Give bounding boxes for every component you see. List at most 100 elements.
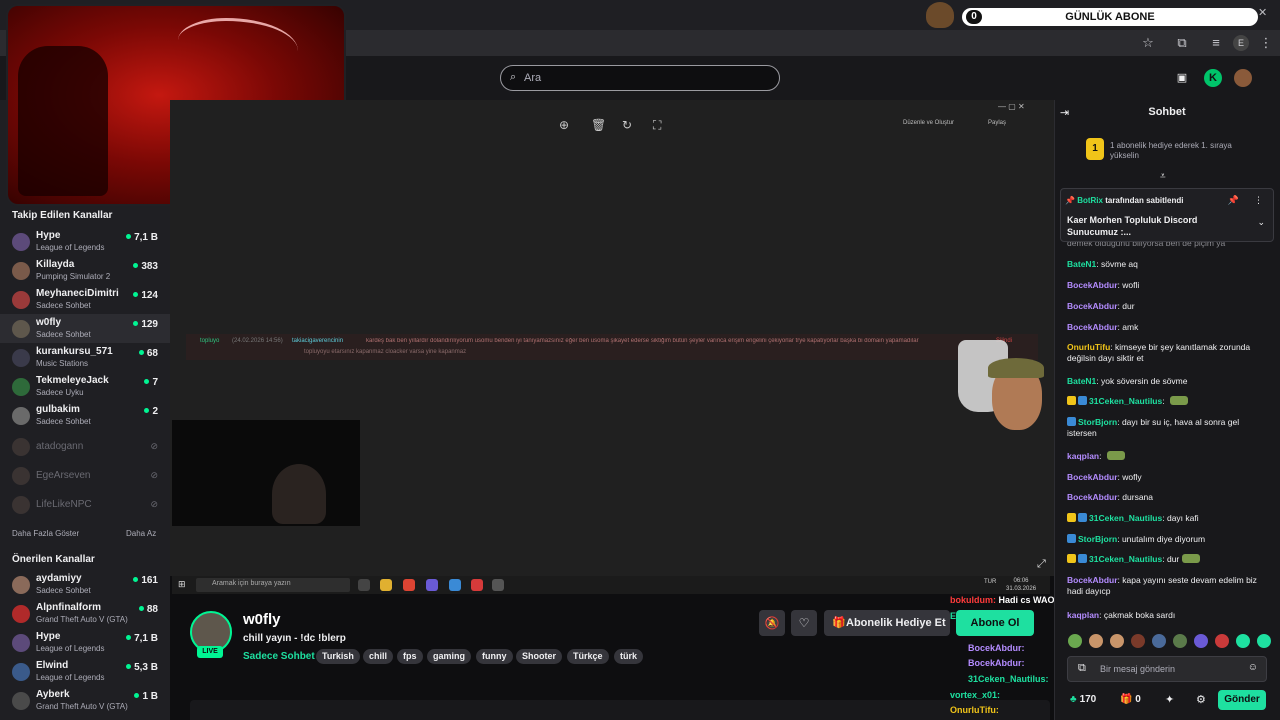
discord-icon	[426, 579, 438, 591]
crown-badge-icon[interactable]	[1067, 513, 1076, 522]
prime-badge-icon[interactable]	[1078, 513, 1087, 522]
prime-badge-icon[interactable]	[1067, 417, 1076, 426]
tag-turkce[interactable]: Türkçe	[567, 649, 609, 664]
extensions-icon[interactable]: ⧉	[1174, 35, 1190, 51]
sidebar-item-lifelikenpc[interactable]: LifeLikeNPC ⊘	[0, 490, 170, 519]
chat-username[interactable]: kaqplan	[1067, 451, 1099, 461]
follow-heart-button[interactable]: ♡	[791, 610, 817, 636]
sidebar-item-tekmeleyejack[interactable]: TekmeleyeJack Sadece Uyku 7	[0, 372, 170, 401]
sidebar-item-atadogann[interactable]: atadogann ⊘	[0, 432, 170, 461]
sub-counter-label: GÜNLÜK ABONE	[1065, 11, 1155, 23]
chevron-down-icon[interactable]: ⌄	[1257, 217, 1265, 228]
browser-menu-icon[interactable]: ⋮	[1258, 35, 1274, 51]
emote-icon[interactable]	[1068, 634, 1082, 648]
tag-shooter[interactable]: Shooter	[516, 649, 563, 664]
chat-username[interactable]: BocekAbdur	[1067, 322, 1118, 332]
channel-points[interactable]: ♣ 170	[1070, 694, 1096, 705]
sidebar-item-aydamiyy[interactable]: aydamiyy Sadece Sohbet 161	[0, 570, 170, 599]
prime-badge-icon[interactable]	[1078, 554, 1087, 563]
chat-username[interactable]: BateN1	[1067, 376, 1096, 386]
gift-leaderboard-banner[interactable]: 1 1 abonelik hediye ederek 1. sıraya yük…	[1086, 138, 1266, 168]
chat-username[interactable]: 31Ceken_Nautilus	[1089, 513, 1162, 523]
chat-username[interactable]: BocekAbdur	[1067, 472, 1118, 482]
tag-chill[interactable]: chill	[363, 649, 394, 664]
emote-icon[interactable]	[1257, 634, 1271, 648]
emote-icon[interactable]	[1215, 634, 1229, 648]
stream-category[interactable]: Sadece Sohbet	[243, 651, 315, 662]
crown-badge-icon[interactable]	[1067, 396, 1076, 405]
sidebar-item-elwind[interactable]: Elwind League of Legends 5,3 B	[0, 657, 170, 686]
channel-name[interactable]: w0fly	[243, 611, 281, 628]
chat-username[interactable]: StorBjorn	[1078, 417, 1117, 427]
viewer-count: 383	[133, 261, 158, 272]
avatar	[12, 291, 30, 309]
emote-icon[interactable]	[1236, 634, 1250, 648]
chat-username[interactable]: BocekAbdur	[1067, 280, 1118, 290]
channel-name: gulbakim	[36, 404, 80, 415]
sidebar-item-hype-recommended[interactable]: Hype League of Legends 7,1 B	[0, 628, 170, 657]
tag-funny[interactable]: funny	[476, 649, 513, 664]
more-options-icon[interactable]: ⋮	[1254, 195, 1263, 206]
chat-username[interactable]: 31Ceken_Nautilus	[1089, 554, 1162, 564]
sidebar-item-ayberk[interactable]: Ayberk Grand Theft Auto V (GTA) 1 B	[0, 686, 170, 715]
emoji-picker-icon[interactable]: ☺	[1248, 662, 1258, 673]
chat-username[interactable]: StorBjorn	[1078, 534, 1117, 544]
sidebar-item-alpnfinalform[interactable]: Alpnfinalform Grand Theft Auto V (GTA) 8…	[0, 599, 170, 628]
reading-list-icon[interactable]: ≡	[1208, 35, 1224, 51]
chat-username[interactable]: OnurluTifu	[1067, 342, 1110, 352]
close-window-icon[interactable]: ✕	[1258, 6, 1267, 19]
chat-input[interactable]: ⧉ Bir mesaj gönderin ☺	[1067, 656, 1267, 682]
tag-gaming[interactable]: gaming	[427, 649, 472, 664]
share-label: Paylaş	[988, 120, 1007, 126]
chat-username[interactable]: 31Ceken_Nautilus	[1089, 396, 1162, 406]
chat-username[interactable]: BateN1	[1067, 259, 1096, 269]
sidebar-item-meyhanecidimitri[interactable]: MeyhaneciDimitri Sadece Sohbet 124	[0, 285, 170, 314]
emote-icon[interactable]	[1110, 634, 1124, 648]
tag-turk[interactable]: türk	[614, 649, 644, 664]
edit-create-label: Düzenle ve Oluştur	[903, 120, 955, 126]
profile-icon[interactable]: E	[1233, 35, 1249, 51]
gift-subscription-button[interactable]: 🎁 Abonelik Hediye Et	[824, 610, 950, 636]
user-avatar[interactable]	[1234, 69, 1252, 87]
sidebar-item-kurankursu[interactable]: kurankursu_571 Music Stations 68	[0, 343, 170, 372]
sidebar-item-w0fly[interactable]: w0fly Sadece Sohbet 129	[0, 314, 170, 343]
prime-badge-icon[interactable]	[1078, 396, 1087, 405]
tag-fps[interactable]: fps	[397, 649, 423, 664]
pin-icon[interactable]: 📌	[1228, 195, 1239, 206]
emote-icon[interactable]	[1173, 634, 1187, 648]
search-input[interactable]: ⌕ Ara	[500, 65, 780, 91]
sidebar-item-killayda[interactable]: Killayda Pumping Simulator 2 383	[0, 256, 170, 285]
show-less-link[interactable]: Daha Az	[126, 529, 156, 538]
emote-icon[interactable]	[1089, 634, 1103, 648]
chat-username[interactable]: kaqplan	[1067, 610, 1099, 620]
emote-icon[interactable]	[1152, 634, 1166, 648]
sidebar-item-hype[interactable]: Hype League of Legends 7,1 B	[0, 227, 170, 256]
send-button[interactable]: Gönder	[1218, 690, 1266, 710]
sidebar-item-gulbakim[interactable]: gulbakim Sadece Sohbet 2	[0, 401, 170, 430]
show-more-link[interactable]: Daha Fazla Göster	[12, 529, 79, 538]
chat-username[interactable]: BocekAbdur	[1067, 492, 1118, 502]
viewer-count: 7	[144, 377, 158, 388]
pinned-message[interactable]: 📌 BotRix tarafından sabitlendi 📌 ⋮ Kaer …	[1060, 188, 1274, 242]
kick-icon[interactable]: K	[1204, 69, 1222, 87]
emote-icon[interactable]	[1131, 634, 1145, 648]
mute-notifications-button[interactable]: 🔕	[759, 610, 785, 636]
fullscreen-icon[interactable]: ⤢	[1037, 558, 1046, 571]
prime-badge-icon[interactable]	[1067, 534, 1076, 543]
watch-party-icon[interactable]: ▣	[1173, 69, 1191, 87]
chat-username[interactable]: BocekAbdur	[1067, 301, 1118, 311]
gift-count[interactable]: 🎁 0	[1120, 694, 1141, 705]
channel-category: League of Legends	[36, 243, 105, 252]
chat-identity-icon[interactable]: ✦	[1165, 693, 1174, 706]
bookmark-star-icon[interactable]: ☆	[1140, 35, 1156, 51]
emote-icon[interactable]	[1194, 634, 1208, 648]
live-dot-icon	[126, 234, 132, 239]
taskbar-search-text: Aramak için buraya yazın	[212, 580, 291, 587]
crown-badge-icon[interactable]	[1067, 554, 1076, 563]
sidebar-item-egearseven[interactable]: EgeArseven ⊘	[0, 461, 170, 490]
expand-chevron-icon[interactable]: ⩡	[1160, 171, 1166, 182]
tag-turkish[interactable]: Turkish	[316, 649, 360, 664]
chat-username[interactable]: BocekAbdur	[1067, 575, 1118, 585]
chat-settings-icon[interactable]: ⚙	[1196, 693, 1206, 706]
chat-message: OnurluTifu: kimseye bir şey kanıtlamak z…	[1067, 342, 1251, 363]
